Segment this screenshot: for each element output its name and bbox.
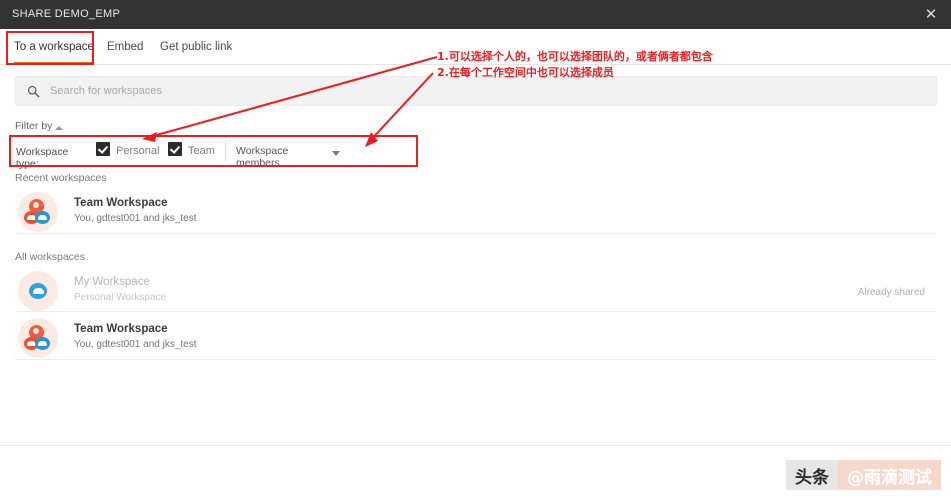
window-titlebar: SHARE DEMO_EMP ✕	[0, 0, 951, 29]
workspace-type: Personal Workspace	[74, 292, 167, 303]
cloud-icon-blue	[35, 211, 50, 224]
list-item[interactable]: My Workspace Personal Workspace Already …	[15, 267, 937, 315]
list-item[interactable]: Team Workspace You, gdtest001 and jks_te…	[15, 314, 937, 362]
divider	[15, 311, 937, 312]
cloud-icon-blue	[35, 337, 50, 350]
divider	[15, 359, 937, 360]
tab-embed[interactable]: Embed	[107, 29, 143, 65]
workspace-name: Team Workspace	[74, 197, 168, 209]
all-workspaces-heading: All workspaces	[15, 251, 86, 263]
list-item[interactable]: Team Workspace You, gdtest001 and jks_te…	[15, 188, 937, 236]
team-workspace-avatar	[18, 192, 58, 232]
divider	[15, 233, 937, 234]
team-workspace-avatar	[18, 318, 58, 358]
cloud-icon	[29, 283, 47, 299]
tab-get-public-link[interactable]: Get public link	[160, 29, 232, 65]
share-dialog: SHARE DEMO_EMP ✕ To a workspace Embed Ge…	[0, 0, 951, 500]
window-title: SHARE DEMO_EMP	[12, 8, 121, 20]
watermark-right: @雨滴测试	[838, 460, 941, 490]
workspace-members: You, gdtest001 and jks_test	[74, 339, 197, 350]
watermark-left: 头条	[786, 460, 838, 490]
status-badge: Already shared	[857, 287, 925, 298]
annotation-box-tab	[6, 31, 94, 65]
annotation-line-1: 1.可以选择个人的，也可以选择团队的，或者俩者都包含	[437, 50, 713, 63]
close-icon[interactable]: ✕	[921, 5, 941, 25]
workspace-members: You, gdtest001 and jks_test	[74, 213, 197, 224]
footer-divider	[0, 445, 951, 446]
search-icon	[27, 85, 40, 98]
annotation-box-filter	[9, 135, 418, 167]
workspace-name: My Workspace	[74, 276, 150, 288]
recent-workspaces-heading: Recent workspaces	[15, 172, 107, 184]
workspace-name: Team Workspace	[74, 323, 168, 335]
caret-up-icon[interactable]	[55, 126, 63, 130]
watermark: 头条 @雨滴测试	[786, 460, 941, 490]
search-workspaces-field[interactable]: Search for workspaces	[15, 76, 937, 106]
filter-by-toggle[interactable]: Filter by	[15, 120, 52, 132]
annotation-line-2: 2.在每个工作空间中也可以选择成员	[437, 66, 614, 79]
search-input-placeholder: Search for workspaces	[50, 85, 162, 97]
personal-workspace-avatar	[18, 271, 58, 311]
